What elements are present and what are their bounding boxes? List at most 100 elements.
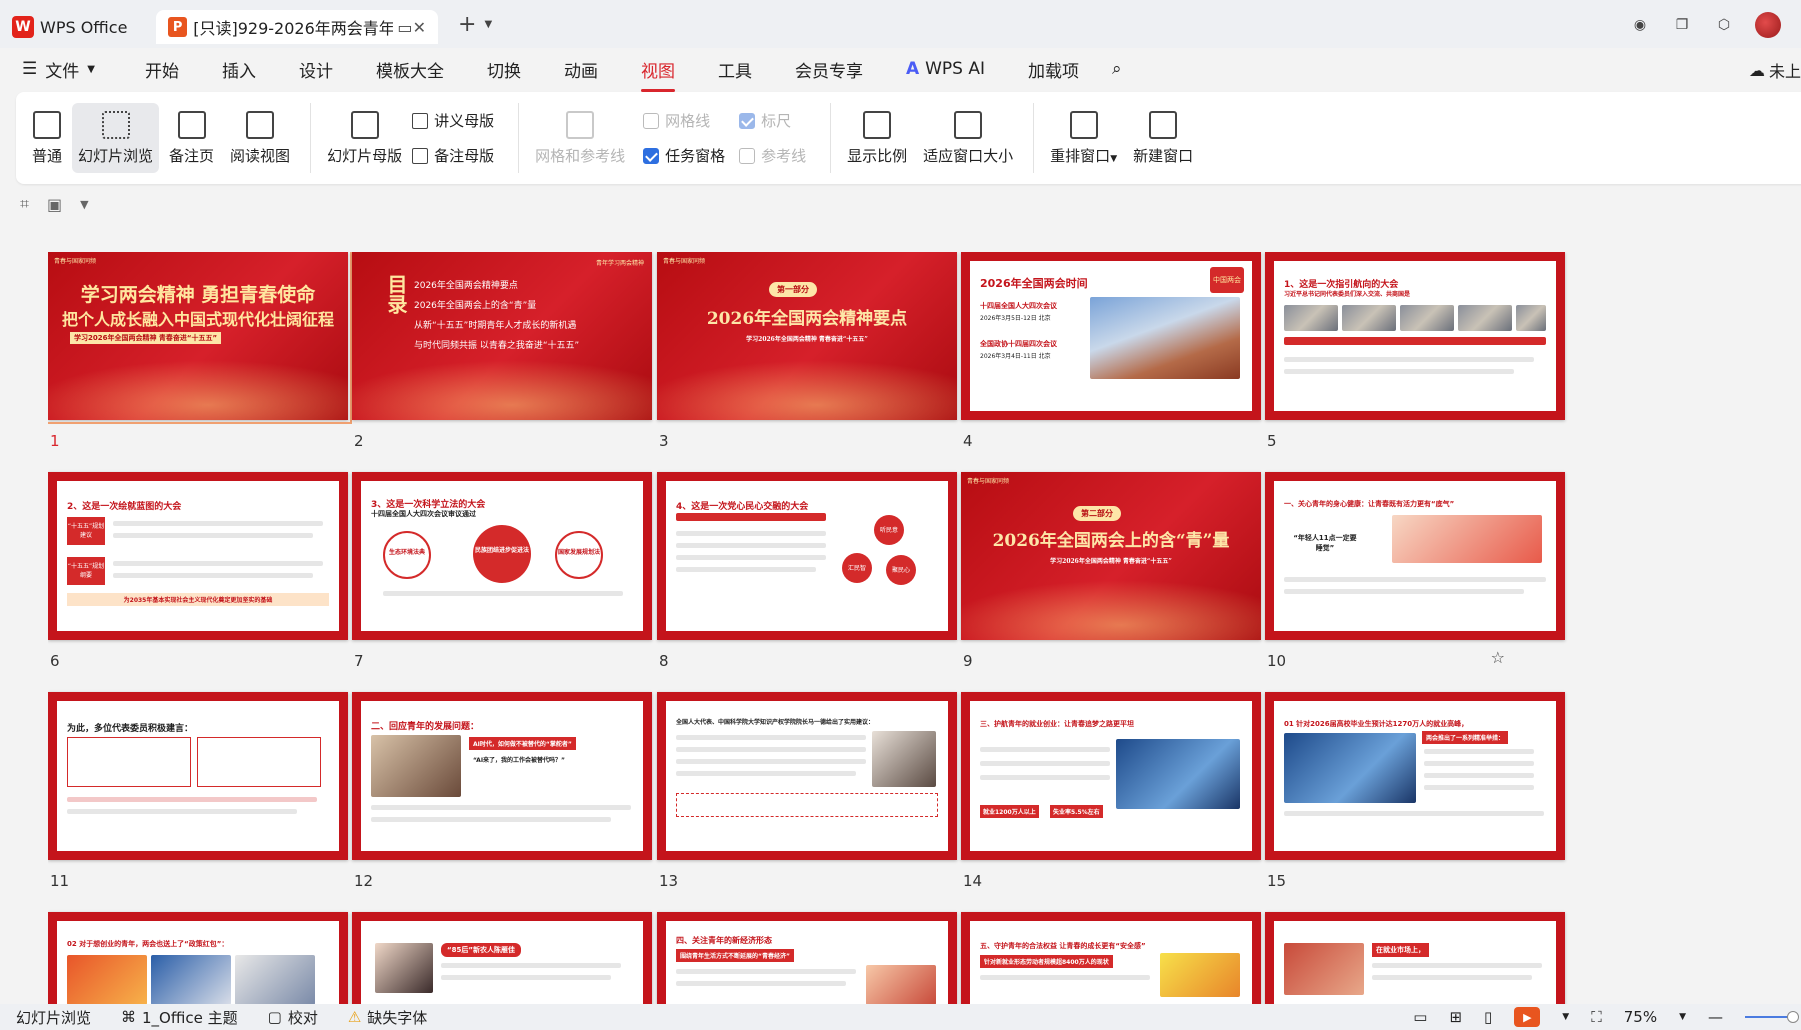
new-window-button[interactable]: 新建窗口 bbox=[1127, 103, 1199, 173]
slide-master-button[interactable]: 幻灯片母版 bbox=[321, 103, 408, 173]
cloud-upload-status[interactable]: ☁ 未上 bbox=[1749, 58, 1801, 82]
slide-thumbnail[interactable]: 四、关注青年的新经济形态 围绕青年生活方式不断延展的“青春经济” bbox=[657, 912, 957, 1004]
slide-thumbnail[interactable]: 为此，多位代表委员积极建言： 11 bbox=[48, 692, 348, 890]
normal-view-icon[interactable]: ▭ bbox=[1413, 1008, 1427, 1026]
slide-thumbnail[interactable]: “85后”新农人陈雁佳 bbox=[352, 912, 652, 1004]
slide-17-content: “85后”新农人陈雁佳 bbox=[361, 921, 643, 1004]
chevron-down-icon[interactable]: ▼ bbox=[1562, 1012, 1569, 1022]
slideshow-play-icon[interactable]: ▶ bbox=[1514, 1007, 1541, 1027]
wps-office-tab[interactable]: W WPS Office bbox=[0, 10, 150, 44]
zoom-out-icon[interactable]: — bbox=[1708, 1008, 1723, 1026]
window-restore-icon[interactable]: ❐ bbox=[1671, 14, 1693, 36]
slide-sorter-button[interactable]: 幻灯片浏览 bbox=[72, 103, 160, 173]
new-window-label: 新建窗口 bbox=[1133, 146, 1194, 165]
slide-thumbnail[interactable]: 青春与国家同频 学习两会精神 勇担青春使命 把个人成长融入中国式现代化壮阔征程 … bbox=[48, 252, 352, 450]
menu-addins[interactable]: 加载项 bbox=[1028, 57, 1079, 82]
slide-thumbnail[interactable]: 01 针对2026届高校毕业生预计达1270万人的就业高峰， 两会推出了一系列精… bbox=[1265, 692, 1565, 890]
slide-thumbnail[interactable]: 4、这是一次党心民心交融的大会 听民意 汇民智 聚民心 8 bbox=[657, 472, 957, 670]
slide-number: 11 bbox=[50, 872, 70, 890]
slide-2-frame: 青年学习两会精神 目录 2026年全国两会精神要点 2026年全国两会上的含“青… bbox=[352, 252, 652, 420]
status-theme[interactable]: ⌘ 1_Office 主题 bbox=[121, 1007, 238, 1028]
slide-1-tag: 学习2026年全国两会精神 青春奋进“十五五” bbox=[70, 332, 222, 344]
slide-thumbnail[interactable]: 在就业市场上， bbox=[1265, 912, 1565, 1004]
save-icon[interactable]: ▣ bbox=[47, 195, 62, 214]
zoom-slider[interactable] bbox=[1745, 1011, 1799, 1023]
status-missing-font[interactable]: ⚠ 缺失字体 bbox=[348, 1007, 427, 1028]
fit-window-icon[interactable]: ⛶ bbox=[1591, 1008, 1602, 1026]
user-avatar[interactable] bbox=[1755, 12, 1781, 38]
fit-window-icon bbox=[954, 110, 983, 139]
status-view-mode[interactable]: 幻灯片浏览 bbox=[16, 1007, 91, 1028]
slide-thumbnail[interactable]: 02 对于想创业的青年，两会也送上了“政策红包”： bbox=[48, 912, 348, 1004]
guides-checkbox-box bbox=[739, 147, 756, 164]
zoom-level[interactable]: 75% bbox=[1624, 1008, 1657, 1026]
slide-decoration bbox=[352, 360, 652, 420]
menu-view[interactable]: 视图 bbox=[640, 57, 675, 92]
slide-sorter-icon[interactable]: ⊞ bbox=[1449, 1008, 1462, 1026]
slide-thumbnail[interactable]: 二、回应青年的发展问题： AI时代，如何做不被替代的“掌舵者” “AI来了，我的… bbox=[352, 692, 652, 890]
guides-checkbox[interactable]: 参考线 bbox=[739, 145, 806, 166]
handout-master-button[interactable]: 讲义母版 bbox=[412, 110, 494, 131]
menu-transitions[interactable]: 切换 bbox=[487, 57, 521, 82]
menu-wps-ai[interactable]: A WPS AI bbox=[906, 59, 985, 79]
task-pane-label: 任务窗格 bbox=[665, 147, 726, 165]
slide-thumbnail[interactable]: 五、守护青年的合法权益 让青春的成长更有“安全感” 针对新就业形态劳动者规模超8… bbox=[961, 912, 1261, 1004]
arrange-windows-button[interactable]: 重排窗口▼ bbox=[1044, 103, 1123, 173]
slide-thumbnail[interactable]: 全国人大代表、中国科学院大学知识产权学院院长马一德给出了实用建议： 13 bbox=[657, 692, 957, 890]
slide-thumbnail[interactable]: 2026年全国两会时间 中国两会 十四届全国人大四次会议 2026年3月5日-1… bbox=[961, 252, 1261, 450]
menu-home[interactable]: 开始 bbox=[145, 57, 179, 82]
slide-8-c3: 聚民心 bbox=[891, 567, 910, 574]
slide-text-line bbox=[676, 747, 866, 752]
menu-member[interactable]: 会员专享 bbox=[795, 57, 863, 82]
slide-text-line bbox=[383, 591, 623, 596]
slide-thumbnail[interactable]: 一、关心青年的身心健康：让青春既有活力更有“底气” “年轻人11点一定要睡觉” … bbox=[1265, 472, 1565, 670]
chevron-down-icon[interactable]: ▼ bbox=[80, 198, 88, 211]
ruler-checkbox[interactable]: 标尺 bbox=[739, 110, 806, 131]
status-right-controls: ▭ ⊞ ▯ ▶ ▼ ⛶ 75% ▼ — bbox=[1413, 1007, 1799, 1027]
toc-item: 2026年全国两会精神要点 bbox=[414, 281, 518, 291]
menu-insert[interactable]: 插入 bbox=[222, 57, 256, 82]
star-icon[interactable]: ☆ bbox=[1491, 648, 1505, 667]
status-proofing[interactable]: ▢ 校对 bbox=[268, 1007, 318, 1028]
normal-view-button[interactable]: 普通 bbox=[26, 103, 68, 173]
crop-icon[interactable]: ⌗ bbox=[20, 194, 29, 214]
reading-view-icon[interactable]: ▯ bbox=[1484, 1008, 1492, 1026]
zoom-button[interactable]: 显示比例 bbox=[841, 103, 913, 173]
color-circle-icon[interactable]: ◉ bbox=[1629, 14, 1651, 36]
slide-thumbnail[interactable]: 青春与国家同频 第一部分 2026年全国两会精神要点 学习2026年全国两会精神… bbox=[657, 252, 957, 450]
grid-guides-button[interactable]: 网格和参考线 bbox=[529, 103, 631, 173]
menu-tools[interactable]: 工具 bbox=[718, 57, 752, 82]
slide-sorter-grid: 青春与国家同频 学习两会精神 勇担青春使命 把个人成长融入中国式现代化壮阔征程 … bbox=[48, 252, 1758, 1004]
guides-label: 参考线 bbox=[761, 147, 807, 165]
slide-text-line bbox=[441, 975, 611, 980]
slide-thumbnail[interactable]: 青春与国家同频 第二部分 2026年全国两会上的含“青”量 学习2026年全国两… bbox=[961, 472, 1261, 670]
slide-photo bbox=[1392, 515, 1542, 563]
slide-thumbnail[interactable]: 青年学习两会精神 目录 2026年全国两会精神要点 2026年全国两会上的含“青… bbox=[352, 252, 652, 450]
slide-thumbnail[interactable]: 1、这是一次指引航向的大会 习近平总书记同代表委员们深入交流、共商国是 5 bbox=[1265, 252, 1565, 450]
chevron-down-icon[interactable]: ▼ bbox=[1679, 1012, 1686, 1022]
task-pane-checkbox[interactable]: 任务窗格 bbox=[643, 145, 725, 166]
fit-window-button[interactable]: 适应窗口大小 bbox=[917, 103, 1019, 173]
close-tab-icon[interactable]: ✕ bbox=[413, 18, 426, 37]
slide-text-line bbox=[676, 969, 856, 974]
menu-templates[interactable]: 模板大全 bbox=[376, 57, 444, 82]
document-tab[interactable]: P [只读]929-2026年两会青年( ▭ ✕ bbox=[156, 10, 438, 44]
slide-thumbnail[interactable]: 三、护航青年的就业创业：让青春追梦之路更平坦 就业1200万人以上 失业率5.5… bbox=[961, 692, 1261, 890]
cube-icon[interactable]: ⬡ bbox=[1713, 14, 1735, 36]
slide-number: 15 bbox=[1267, 872, 1287, 890]
menu-design[interactable]: 设计 bbox=[299, 57, 333, 82]
notes-page-button[interactable]: 备注页 bbox=[163, 103, 220, 173]
notes-master-button[interactable]: 备注母版 bbox=[412, 145, 494, 166]
slide-thumbnail[interactable]: 2、这是一次绘就蓝图的大会 “十五五”规划建议 “十五五”规划纲要 为2035年… bbox=[48, 472, 348, 670]
tab-list-caret-icon[interactable]: ▼ bbox=[484, 19, 492, 30]
monitor-icon[interactable]: ▭ bbox=[397, 16, 412, 38]
slide-thumbnail[interactable]: 3、这是一次科学立法的大会 十四届全国人大四次会议审议通过 生态环境法典 民族团… bbox=[352, 472, 652, 670]
gridlines-checkbox[interactable]: 网格线 bbox=[643, 110, 725, 131]
slide-text-line bbox=[676, 567, 816, 572]
slide-number: 13 bbox=[659, 872, 679, 890]
new-tab-plus-icon[interactable]: + bbox=[458, 12, 476, 37]
file-menu[interactable]: ☰ 文件 ▼ bbox=[22, 57, 95, 82]
reading-view-button[interactable]: 阅读视图 bbox=[224, 103, 296, 173]
menu-animations[interactable]: 动画 bbox=[564, 57, 598, 82]
search-icon[interactable]: ⌕ bbox=[1112, 59, 1122, 79]
